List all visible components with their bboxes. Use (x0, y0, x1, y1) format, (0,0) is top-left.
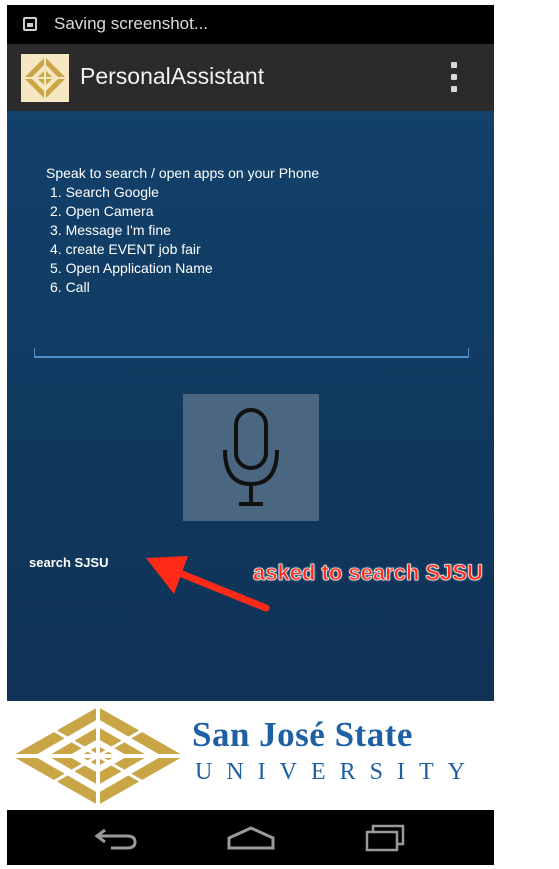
recognized-speech-text: search SJSU (29, 555, 109, 570)
instructions-heading: Speak to search / open apps on your Phon… (46, 165, 320, 181)
command-item: 5. Open Application Name (50, 260, 213, 276)
sjsu-seal-logo (12, 707, 184, 805)
microphone-button[interactable] (183, 394, 319, 521)
microphone-icon (223, 408, 279, 506)
annotation-label: asked to search SJSU (253, 560, 484, 586)
command-item: 4. create EVENT job fair (50, 241, 201, 257)
university-name: San José State (192, 715, 413, 754)
phone-screen: Saving screenshot... PersonalAssistant S… (7, 5, 494, 865)
app-title: PersonalAssistant (80, 63, 265, 89)
university-banner: San José State UNIVERSITY (7, 701, 494, 810)
speech-text-field[interactable] (34, 348, 469, 358)
overflow-menu-icon[interactable] (443, 60, 465, 94)
status-notification-text: Saving screenshot... (54, 14, 209, 33)
back-icon[interactable] (91, 824, 141, 852)
app-logo-icon (21, 54, 69, 102)
command-item: 2. Open Camera (50, 203, 154, 219)
instructions-panel: Speak to search / open apps on your Phon… (45, 164, 319, 297)
command-list: 1. Search Google 2. Open Camera 3. Messa… (45, 183, 319, 297)
university-subtitle: UNIVERSITY (195, 759, 479, 785)
command-item: 3. Message I'm fine (50, 222, 171, 238)
status-bar: Saving screenshot... (7, 5, 494, 44)
command-item: 1. Search Google (50, 184, 159, 200)
home-icon[interactable] (225, 824, 277, 852)
navigation-bar (7, 810, 494, 865)
screenshot-notification-icon (23, 17, 37, 31)
command-item: 6. Call (50, 279, 90, 295)
action-bar: PersonalAssistant (7, 44, 494, 111)
recents-icon[interactable] (361, 824, 411, 852)
